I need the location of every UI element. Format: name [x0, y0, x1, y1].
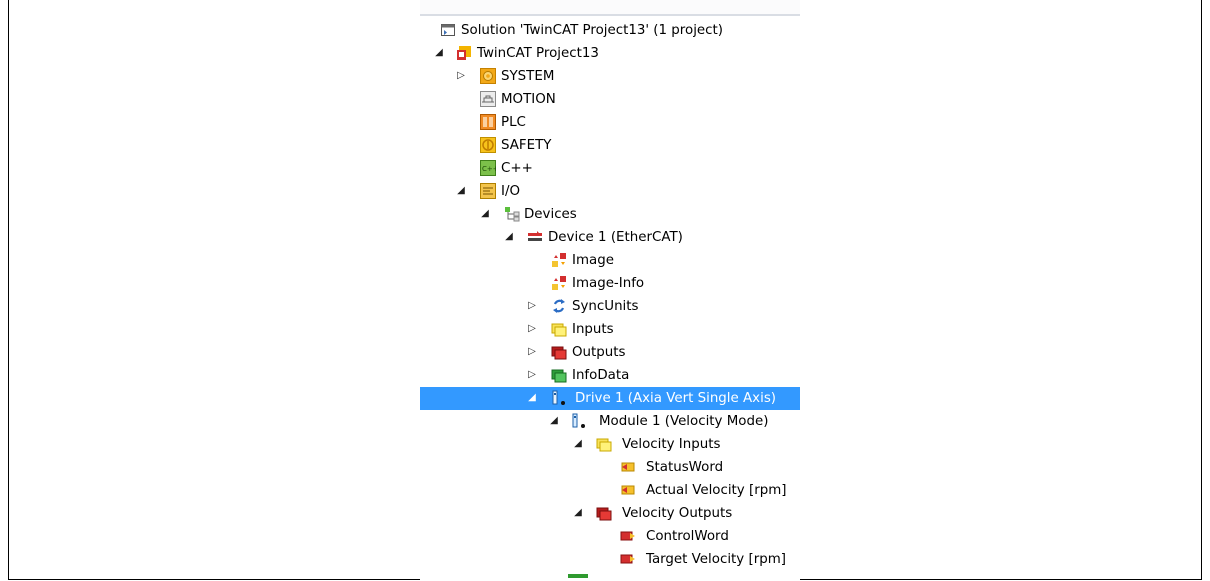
tree-item-controlword[interactable]: ControlWord [420, 525, 800, 548]
collapsed-arrow-icon[interactable]: ▷ [527, 300, 537, 312]
input-variable-icon [620, 482, 636, 498]
inputs-folder-icon [551, 321, 567, 337]
tree-item-label: SAFETY [501, 138, 552, 153]
expanded-arrow-icon[interactable]: ◢ [527, 392, 537, 404]
collapsed-arrow-icon[interactable]: ▷ [456, 70, 466, 82]
io-icon [480, 183, 496, 199]
tree-item-label: Device 1 (EtherCAT) [548, 230, 683, 245]
tree-item-plc[interactable]: PLC [420, 111, 800, 134]
plc-icon [480, 114, 496, 130]
expanded-arrow-icon[interactable]: ◢ [573, 507, 583, 519]
twincat-project-icon [456, 45, 472, 61]
tree-item-label: C++ [501, 161, 533, 176]
tree-item-system[interactable]: ▷ SYSTEM [420, 65, 800, 88]
syncunits-icon [551, 298, 567, 314]
expanded-arrow-icon[interactable]: ◢ [434, 47, 444, 59]
tree-item-label: Target Velocity [rpm] [646, 552, 786, 567]
tree-item-io[interactable]: ◢ I/O [420, 180, 800, 203]
tree-item-label: Module 1 (Velocity Mode) [599, 414, 769, 429]
cpp-icon: C++ [480, 160, 496, 176]
motion-icon [480, 91, 496, 107]
tree-item-label: PLC [501, 115, 526, 130]
tree-item-label: Devices [524, 207, 577, 222]
tree-top-border [420, 0, 800, 16]
collapsed-arrow-icon[interactable]: ▷ [527, 323, 537, 335]
tree-item-outputs[interactable]: ▷ Outputs [420, 341, 800, 364]
tree-item-label: ControlWord [646, 529, 729, 544]
tree-item-device-1[interactable]: ◢ Device 1 (EtherCAT) [420, 226, 800, 249]
tree-item-label: Actual Velocity [rpm] [646, 483, 787, 498]
expanded-arrow-icon[interactable]: ◢ [504, 231, 514, 243]
tree-item-cpp[interactable]: C++ C++ [420, 157, 800, 180]
tree-item-label: Drive 1 (Axia Vert Single Axis) [575, 391, 777, 406]
solution-icon [440, 22, 456, 38]
image-info-icon [551, 275, 567, 291]
tree-item-target-velocity[interactable]: Target Velocity [rpm] [420, 548, 800, 571]
tree-item-solution[interactable]: Solution 'TwinCAT Project13' (1 project) [420, 19, 800, 42]
tree-item-label: Velocity Outputs [622, 506, 733, 521]
tree-item-twincat-project[interactable]: ◢ TwinCAT Project13 [420, 42, 800, 65]
tree-item-velocity-inputs[interactable]: ◢ Velocity Inputs [420, 433, 800, 456]
inputs-folder-icon [596, 436, 612, 452]
outputs-folder-icon [596, 505, 612, 521]
devices-icon [504, 206, 520, 222]
tree-item-label: MOTION [501, 92, 556, 107]
tree-item-image[interactable]: Image [420, 249, 800, 272]
solution-explorer-tree[interactable]: Solution 'TwinCAT Project13' (1 project)… [420, 0, 800, 581]
system-gear-icon [480, 68, 496, 84]
tree-item-image-info[interactable]: Image-Info [420, 272, 800, 295]
expanded-arrow-icon[interactable]: ◢ [549, 415, 559, 427]
tree-item-label: Inputs [572, 322, 614, 337]
tree-item-label: InfoData [572, 368, 630, 383]
tree-item-label: SyncUnits [572, 299, 639, 314]
expanded-arrow-icon[interactable]: ◢ [573, 438, 583, 450]
tree-item-infodata[interactable]: ▷ InfoData [420, 364, 800, 387]
tree-item-safety[interactable]: SAFETY [420, 134, 800, 157]
output-variable-icon [620, 551, 636, 567]
tree-item-label: SYSTEM [501, 69, 555, 84]
tree-item-label: StatusWord [646, 460, 724, 475]
tree-item-motion[interactable]: MOTION [420, 88, 800, 111]
tree-item-drive-1[interactable]: ◢ Drive 1 (Axia Vert Single Axis) [420, 387, 800, 410]
collapsed-arrow-icon[interactable]: ▷ [527, 369, 537, 381]
drive-icon [551, 390, 567, 406]
tree-item-module-1[interactable]: ◢ Module 1 (Velocity Mode) [420, 410, 800, 433]
ethercat-device-icon [527, 229, 543, 245]
svg-text:C++: C++ [482, 165, 496, 173]
tree-item-label: TwinCAT Project13 [477, 46, 599, 61]
outputs-folder-icon [551, 344, 567, 360]
input-variable-icon [620, 459, 636, 475]
safety-icon [480, 137, 496, 153]
tree-item-inputs[interactable]: ▷ Inputs [420, 318, 800, 341]
tree-item-label: Outputs [572, 345, 626, 360]
tree-item-statusword[interactable]: StatusWord [420, 456, 800, 479]
tree-item-velocity-outputs[interactable]: ◢ Velocity Outputs [420, 502, 800, 525]
next-item-icon-partial [568, 574, 588, 578]
tree-item-actual-velocity[interactable]: Actual Velocity [rpm] [420, 479, 800, 502]
tree-item-label: Velocity Inputs [622, 437, 721, 452]
expanded-arrow-icon[interactable]: ◢ [480, 208, 490, 220]
module-icon [571, 413, 587, 429]
infodata-folder-icon [551, 367, 567, 383]
tree-item-label: Image [572, 253, 614, 268]
tree-item-label: Solution 'TwinCAT Project13' (1 project) [461, 23, 724, 38]
image-icon [551, 252, 567, 268]
output-variable-icon [620, 528, 636, 544]
tree-item-label: I/O [501, 184, 521, 199]
collapsed-arrow-icon[interactable]: ▷ [527, 346, 537, 358]
expanded-arrow-icon[interactable]: ◢ [456, 185, 466, 197]
tree-item-devices[interactable]: ◢ Devices [420, 203, 800, 226]
tree-item-syncunits[interactable]: ▷ SyncUnits [420, 295, 800, 318]
tree-item-label: Image-Info [572, 276, 645, 291]
